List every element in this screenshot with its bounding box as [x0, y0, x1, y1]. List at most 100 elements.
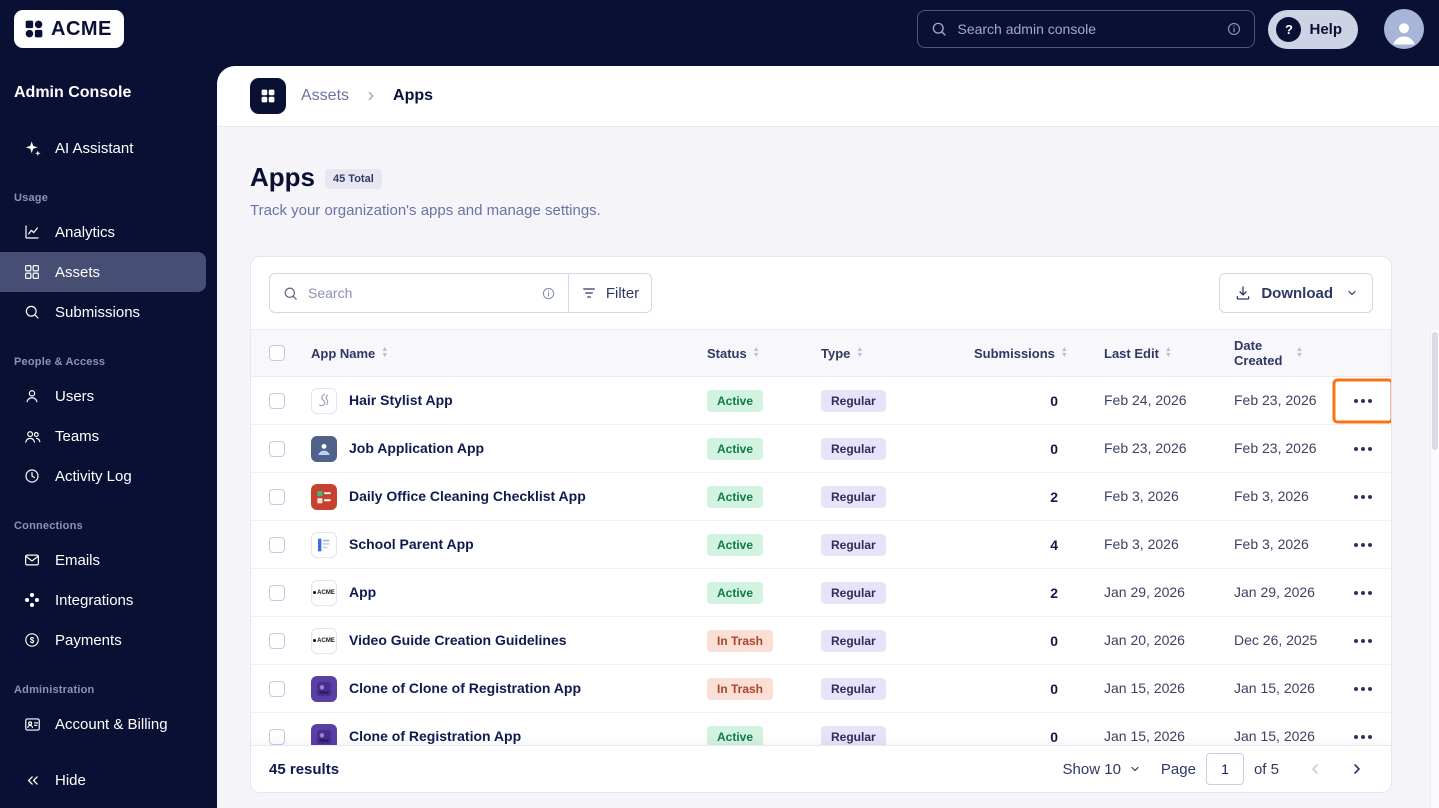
status-badge: Active — [707, 389, 764, 412]
sort-icon[interactable]: ▲ ▼ — [1061, 346, 1068, 359]
job-application-app-icon — [311, 435, 337, 462]
breadcrumb-assets-link[interactable]: Assets — [301, 87, 349, 105]
sidebar-item-teams[interactable]: Teams — [0, 416, 206, 456]
avatar[interactable] — [1384, 9, 1424, 49]
sidebar-section-people-access: People & Access — [14, 356, 106, 368]
row-actions-button[interactable] — [1341, 386, 1385, 416]
app-name-link[interactable]: Daily Office Cleaning Checklist App — [349, 488, 586, 505]
analytics-icon — [22, 223, 42, 241]
table-row: ACME Video Guide Creation Guidelines In … — [251, 617, 1391, 665]
sidebar-item-emails[interactable]: Emails — [0, 540, 206, 580]
type-badge: Regular — [821, 485, 886, 508]
table-search-input[interactable] — [308, 285, 532, 301]
info-icon[interactable] — [1226, 21, 1242, 37]
sidebar-item-assets[interactable]: Assets — [0, 252, 206, 292]
sidebar-item-analytics[interactable]: Analytics — [0, 212, 206, 252]
sidebar-item-ai-assistant[interactable]: AI Assistant — [0, 128, 206, 168]
date-created: Jan 29, 2026 — [1234, 583, 1315, 600]
row-actions-cell — [1334, 434, 1391, 464]
row-actions-cell — [1334, 674, 1391, 704]
date-created: Dec 26, 2025 — [1234, 631, 1318, 648]
app-name-link[interactable]: Job Application App — [349, 440, 484, 457]
sidebar-item-submissions[interactable]: Submissions — [0, 292, 206, 332]
hair-stylist-app-icon — [311, 387, 337, 414]
select-all-checkbox[interactable] — [269, 345, 285, 361]
type-badge: Regular — [821, 533, 886, 556]
last-edit-date: Jan 15, 2026 — [1104, 679, 1185, 696]
app-name-link[interactable]: App — [349, 584, 376, 601]
sort-icon[interactable]: ▲ ▼ — [1165, 346, 1172, 359]
type-badge: Regular — [821, 581, 886, 604]
column-submissions[interactable]: Submissions ▲ ▼ — [974, 346, 1084, 361]
submissions-count: 0 — [1050, 392, 1058, 409]
row-checkbox[interactable] — [269, 680, 285, 697]
users-icon — [22, 387, 42, 405]
row-checkbox[interactable] — [269, 584, 285, 601]
row-actions-button[interactable] — [1341, 626, 1385, 656]
filter-label: Filter — [605, 284, 640, 302]
row-checkbox[interactable] — [269, 488, 285, 505]
page-title: Apps — [250, 162, 315, 192]
acme-logo-app-icon: ACME — [311, 627, 337, 654]
scrollbar[interactable] — [1430, 330, 1439, 808]
sidebar-item-account-billing[interactable]: Account & Billing — [0, 704, 206, 744]
admin-search-input[interactable] — [957, 21, 1218, 37]
row-actions-button[interactable] — [1341, 434, 1385, 464]
row-actions-button[interactable] — [1341, 530, 1385, 560]
row-checkbox[interactable] — [269, 632, 285, 649]
sidebar-item-label: Payments — [55, 631, 122, 649]
sidebar-item-label: Integrations — [55, 591, 134, 609]
column-type[interactable]: Type ▲ ▼ — [821, 346, 974, 361]
filter-button[interactable]: Filter — [569, 273, 652, 313]
row-checkbox[interactable] — [269, 536, 285, 553]
next-page-button[interactable] — [1341, 753, 1373, 785]
row-actions-button[interactable] — [1341, 674, 1385, 704]
column-last-edit[interactable]: Last Edit ▲ ▼ — [1084, 346, 1224, 361]
sort-icon[interactable]: ▲ ▼ — [381, 346, 388, 359]
info-icon[interactable] — [541, 286, 556, 301]
sort-icon[interactable]: ▲ ▼ — [856, 346, 863, 359]
scrollbar-thumb[interactable] — [1432, 332, 1438, 450]
app-name-link[interactable]: School Parent App — [349, 536, 474, 553]
help-button[interactable]: ? Help — [1268, 9, 1358, 49]
previous-page-button[interactable] — [1299, 753, 1331, 785]
sidebar-item-activity-log[interactable]: Activity Log — [0, 456, 206, 496]
app-name-link[interactable]: Clone of Registration App — [349, 728, 521, 745]
search-icon — [282, 285, 299, 302]
column-date-created[interactable]: Date Created ▲ ▼ — [1224, 338, 1334, 368]
show-per-page-select[interactable]: Show 10 — [1063, 761, 1141, 778]
sparkles-icon — [22, 139, 42, 158]
sidebar-item-users[interactable]: Users — [0, 376, 206, 416]
row-actions-button[interactable] — [1341, 482, 1385, 512]
cleaning-checklist-app-icon — [311, 483, 337, 510]
column-app-name[interactable]: App Name ▲ ▼ — [311, 346, 707, 361]
download-button[interactable]: Download — [1219, 273, 1373, 313]
app-name-link[interactable]: Video Guide Creation Guidelines — [349, 632, 567, 649]
row-checkbox[interactable] — [269, 728, 285, 745]
row-checkbox[interactable] — [269, 440, 285, 457]
sidebar-item-label: Submissions — [55, 303, 141, 321]
column-status[interactable]: Status ▲ ▼ — [707, 346, 821, 361]
page-number-input[interactable] — [1205, 753, 1244, 785]
app-name-link[interactable]: Hair Stylist App — [349, 392, 453, 409]
sort-icon[interactable]: ▲ ▼ — [1296, 346, 1303, 359]
submissions-count: 2 — [1050, 584, 1058, 601]
chevron-down-icon — [1129, 763, 1141, 775]
sort-icon[interactable]: ▲ ▼ — [753, 346, 760, 359]
sidebar-item-integrations[interactable]: Integrations — [0, 580, 206, 620]
status-badge: In Trash — [707, 629, 774, 652]
sidebar-hide-button[interactable]: Hide — [0, 760, 195, 800]
type-badge: Regular — [821, 437, 886, 460]
assets-breadcrumb-icon[interactable] — [250, 78, 286, 114]
sidebar-item-payments[interactable]: $ Payments — [0, 620, 206, 660]
sidebar-item-label: Emails — [55, 551, 101, 569]
row-actions-button[interactable] — [1341, 578, 1385, 608]
emails-icon — [22, 551, 42, 569]
row-checkbox[interactable] — [269, 392, 285, 409]
acme-logo[interactable]: ACME — [14, 10, 124, 48]
sidebar-title[interactable]: Admin Console — [0, 84, 217, 102]
app-name-link[interactable]: Clone of Clone of Registration App — [349, 680, 581, 697]
type-badge: Regular — [821, 629, 886, 652]
row-actions-cell — [1334, 626, 1391, 656]
sidebar: Admin Console AI Assistant Usage Analyti… — [0, 58, 217, 808]
